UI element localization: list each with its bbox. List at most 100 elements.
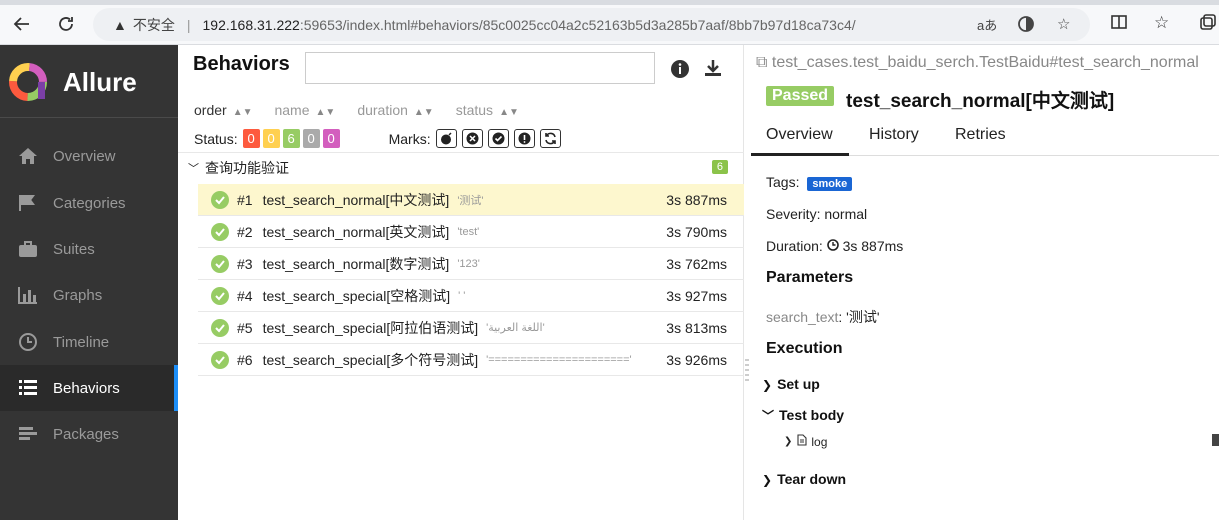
- collections-icon[interactable]: [1198, 13, 1216, 36]
- url-host: 192.168.31.222: [202, 16, 300, 33]
- sidebar-item-graphs[interactable]: Graphs: [0, 272, 178, 318]
- new-passed-icon[interactable]: [487, 129, 509, 148]
- chevron-down-icon: ﹀: [188, 162, 199, 175]
- tab-retries[interactable]: Retries: [955, 126, 1006, 144]
- sidebar-item-overview[interactable]: Overview: [0, 133, 178, 179]
- param-colon: :: [838, 309, 847, 325]
- allure-logo-icon: [9, 63, 47, 101]
- teardown-step[interactable]: ❯ Tear down: [762, 471, 846, 487]
- sidebar-item-label: Suites: [53, 240, 95, 258]
- read-aloud-icon[interactable]: aあ: [977, 15, 997, 34]
- flaky-bomb-icon[interactable]: [435, 129, 457, 148]
- active-tab-indicator: [751, 153, 849, 156]
- sidebar-divider: [0, 117, 178, 118]
- behaviors-pane: Behaviors order ▲▼ name ▲▼ duration ▲▼ stat…: [178, 45, 744, 520]
- severity-row: Severity: normal: [766, 206, 867, 222]
- favorites-icon[interactable]: ☆: [1154, 13, 1169, 33]
- test-body-step[interactable]: ﹀ Test body: [762, 407, 844, 424]
- new-broken-icon[interactable]: [513, 129, 535, 148]
- passed-check-icon: [211, 222, 229, 241]
- status-passed-badge[interactable]: 6: [282, 129, 300, 148]
- back-arrow-icon: [13, 17, 29, 31]
- test-name: test_search_normal[数字测试]: [262, 255, 450, 272]
- retries-icon[interactable]: [539, 129, 561, 148]
- sort-label: order: [194, 102, 227, 118]
- setup-step[interactable]: ❯ Set up: [762, 376, 820, 392]
- group-count-badge: 6: [711, 160, 728, 174]
- info-icon[interactable]: [670, 59, 690, 84]
- test-detail-pane: ⧉ test_cases.test_baidu_serch.TestBaidu#…: [751, 45, 1219, 520]
- address-bar[interactable]: ▲ 不安全 | 192.168.31.222:59653/index.html#…: [93, 8, 1090, 41]
- sidebar-item-label: Timeline: [53, 333, 110, 351]
- bar-chart-icon: [17, 286, 39, 304]
- file-icon: [797, 434, 807, 449]
- sidebar-item-packages[interactable]: Packages: [0, 411, 178, 457]
- log-label: log: [811, 434, 828, 449]
- status-broken-badge[interactable]: 0: [262, 129, 280, 148]
- packages-icon: [17, 425, 39, 443]
- clock-icon: [826, 238, 839, 254]
- passed-check-icon: [211, 254, 229, 273]
- tab-overview[interactable]: Overview: [766, 126, 833, 144]
- behavior-group[interactable]: ﹀ 查询功能验证 6: [178, 152, 744, 182]
- test-param: ' ': [458, 289, 466, 302]
- tag-badge[interactable]: smoke: [807, 177, 853, 191]
- sort-name[interactable]: name ▲▼: [274, 102, 335, 118]
- sidebar-item-behaviors[interactable]: Behaviors: [0, 365, 178, 411]
- test-number: #2: [237, 223, 253, 240]
- download-icon[interactable]: [703, 58, 723, 83]
- step-label: Set up: [777, 376, 820, 392]
- test-param: '测试': [457, 194, 484, 207]
- test-row[interactable]: #5 test_search_special[阿拉伯语测试] 'اللغة ال…: [198, 312, 744, 344]
- status-unknown-badge[interactable]: 0: [322, 129, 340, 148]
- pane-resize-handle[interactable]: [745, 356, 749, 386]
- breadcrumb-text: test_cases.test_baidu_serch.TestBaidu#te…: [771, 54, 1199, 71]
- copy-icon[interactable]: ⧉: [756, 54, 767, 71]
- test-name: test_search_special[多个符号测试]: [262, 351, 479, 368]
- briefcase-icon: [17, 240, 39, 258]
- tab-history[interactable]: History: [869, 126, 919, 144]
- test-row[interactable]: #2 test_search_normal[英文测试] 'test' 3s 79…: [198, 216, 744, 248]
- home-icon: [17, 147, 39, 165]
- step-label: Tear down: [777, 471, 847, 487]
- url-path: :59653/index.html#behaviors/85c0025cc04a…: [299, 16, 856, 33]
- sidebar-item-timeline[interactable]: Timeline: [0, 319, 178, 365]
- sort-bar: order ▲▼ name ▲▼ duration ▲▼ status ▲▼: [194, 102, 541, 118]
- log-attachment[interactable]: ❯ log: [784, 434, 827, 449]
- test-duration: 3s 926ms: [666, 351, 727, 368]
- extension-icon[interactable]: [1017, 15, 1035, 37]
- address-separator: |: [186, 16, 191, 33]
- test-row[interactable]: #4 test_search_special[空格测试] ' ' 3s 927m…: [198, 280, 744, 312]
- sidebar-item-label: Categories: [53, 194, 126, 212]
- sort-status[interactable]: status ▲▼: [456, 102, 519, 118]
- sidebar: Allure Overview Categories Suites Graphs…: [0, 45, 178, 520]
- test-name: test_search_special[空格测试]: [262, 287, 451, 304]
- sort-duration[interactable]: duration ▲▼: [357, 102, 433, 118]
- detail-tabs: Overview History Retries: [751, 123, 1219, 156]
- chevron-right-icon: ❯: [784, 436, 793, 447]
- sidebar-item-label: Graphs: [53, 286, 103, 304]
- tab-strip: [0, 0, 1219, 5]
- reload-button[interactable]: [52, 10, 80, 38]
- test-param: 'test': [457, 225, 480, 238]
- sidebar-item-suites[interactable]: Suites: [0, 226, 178, 272]
- back-button[interactable]: [8, 10, 36, 38]
- favorite-star-icon[interactable]: ☆: [1057, 15, 1070, 33]
- split-screen-icon[interactable]: [1110, 13, 1128, 36]
- status-skipped-badge[interactable]: 0: [302, 129, 320, 148]
- status-failed-badge[interactable]: 0: [242, 129, 260, 148]
- test-row[interactable]: #3 test_search_normal[数字测试] '123' 3s 762…: [198, 248, 744, 280]
- test-name: test_search_normal[英文测试]: [262, 223, 450, 240]
- new-failed-icon[interactable]: [461, 129, 483, 148]
- search-input[interactable]: [305, 52, 655, 84]
- passed-check-icon: [211, 318, 229, 337]
- test-row[interactable]: #1 test_search_normal[中文测试] '测试' 3s 887m…: [198, 184, 744, 216]
- flag-icon: [17, 194, 39, 212]
- breadcrumb: ⧉ test_cases.test_baidu_serch.TestBaidu#…: [756, 54, 1199, 72]
- browser-toolbar: ▲ 不安全 | 192.168.31.222:59653/index.html#…: [0, 0, 1219, 45]
- sidebar-item-categories[interactable]: Categories: [0, 180, 178, 226]
- sort-order[interactable]: order ▲▼: [194, 102, 252, 118]
- param-name: search_text: [766, 309, 839, 325]
- clock-icon: [17, 332, 39, 352]
- test-row[interactable]: #6 test_search_special[多个符号测试] '========…: [198, 344, 744, 376]
